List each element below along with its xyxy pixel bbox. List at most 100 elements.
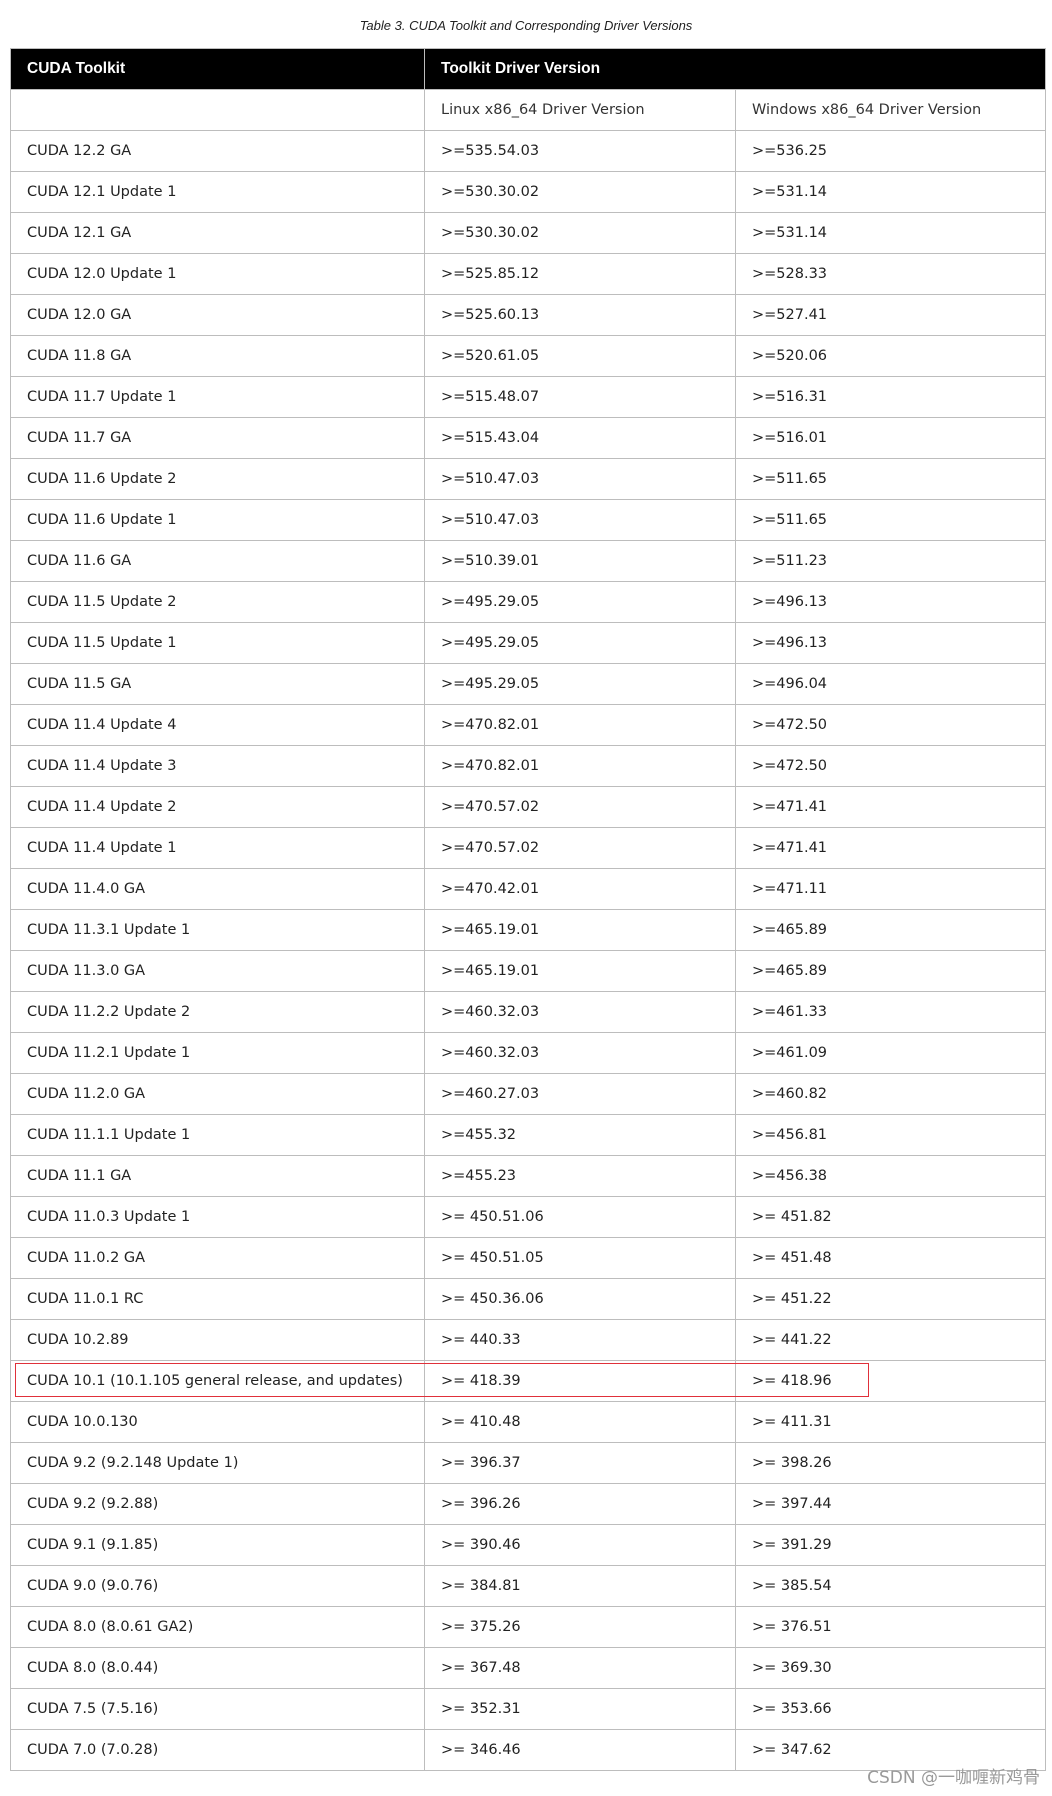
table-row: CUDA 11.7 GA >=515.43.04 >=516.01 [10,417,1047,459]
linux-driver-cell: >=455.23 [424,1155,736,1197]
subheader-empty-cell [10,89,425,131]
cuda-driver-table: CUDA Toolkit Toolkit Driver Version Linu… [10,48,1047,1771]
windows-driver-cell: >= 451.22 [734,1278,1047,1320]
table-row: CUDA 12.0 GA >=525.60.13 >=527.41 [10,294,1047,336]
cuda-toolkit-cell: CUDA 11.2.1 Update 1 [10,1032,425,1074]
cuda-toolkit-cell: CUDA 11.8 GA [10,335,425,377]
linux-driver-cell: >= 410.48 [424,1401,736,1443]
linux-driver-cell: >=470.57.02 [424,827,736,869]
windows-driver-cell: >=471.41 [734,827,1047,869]
table-row: CUDA 11.7 Update 1 >=515.48.07 >=516.31 [10,376,1047,418]
header-toolkit-driver-version: Toolkit Driver Version [423,48,1047,90]
linux-driver-cell: >=455.32 [424,1114,736,1156]
table-row: CUDA 12.1 GA >=530.30.02 >=531.14 [10,212,1047,254]
cuda-toolkit-cell: CUDA 12.1 GA [10,212,425,254]
table-row: CUDA 11.3.1 Update 1 >=465.19.01 >=465.89 [10,909,1047,951]
linux-driver-cell: >= 346.46 [424,1729,736,1771]
linux-driver-cell: >=520.61.05 [424,335,736,377]
linux-driver-cell: >=460.32.03 [424,991,736,1033]
windows-driver-cell: >=511.65 [734,499,1047,541]
windows-driver-cell: >= 397.44 [734,1483,1047,1525]
cuda-toolkit-cell: CUDA 12.0 GA [10,294,425,336]
cuda-toolkit-cell: CUDA 12.1 Update 1 [10,171,425,213]
linux-driver-cell: >=465.19.01 [424,909,736,951]
table-row: CUDA 11.2.0 GA >=460.27.03 >=460.82 [10,1073,1047,1115]
linux-driver-cell: >=495.29.05 [424,622,736,664]
subheader-windows-driver-version: Windows x86_64 Driver Version [734,89,1047,131]
linux-driver-cell: >= 396.26 [424,1483,736,1525]
table-row: CUDA 11.8 GA >=520.61.05 >=520.06 [10,335,1047,377]
windows-driver-cell: >=511.23 [734,540,1047,582]
cuda-toolkit-cell: CUDA 11.7 GA [10,417,425,459]
windows-driver-cell: >= 376.51 [734,1606,1047,1648]
table-row: CUDA 11.0.3 Update 1 >= 450.51.06 >= 451.8… [10,1196,1047,1238]
linux-driver-cell: >= 450.36.06 [424,1278,736,1320]
linux-driver-cell: >=470.57.02 [424,786,736,828]
table-row: CUDA 11.5 Update 2 >=495.29.05 >=496.13 [10,581,1047,623]
table-subheader-row: Linux x86_64 Driver Version Windows x86_… [10,89,1047,131]
linux-driver-cell: >=530.30.02 [424,171,736,213]
cuda-toolkit-cell: CUDA 11.6 GA [10,540,425,582]
table-row: CUDA 11.4.0 GA >=470.42.01 >=471.11 [10,868,1047,910]
windows-driver-cell: >=516.31 [734,376,1047,418]
cuda-toolkit-cell: CUDA 10.1 (10.1.105 general release, and… [10,1360,425,1402]
windows-driver-cell: >=460.82 [734,1073,1047,1115]
cuda-toolkit-cell: CUDA 8.0 (8.0.61 GA2) [10,1606,425,1648]
linux-driver-cell: >=510.47.03 [424,499,736,541]
linux-driver-cell: >= 352.31 [424,1688,736,1730]
windows-driver-cell: >=472.50 [734,704,1047,746]
windows-driver-cell: >= 385.54 [734,1565,1047,1607]
table-row: CUDA 11.1.1 Update 1 >=455.32 >=456.81 [10,1114,1047,1156]
linux-driver-cell: >=460.27.03 [424,1073,736,1115]
windows-driver-cell: >=527.41 [734,294,1047,336]
cuda-toolkit-cell: CUDA 11.2.0 GA [10,1073,425,1115]
linux-driver-cell: >=495.29.05 [424,663,736,705]
linux-driver-cell: >= 440.33 [424,1319,736,1361]
linux-driver-cell: >= 390.46 [424,1524,736,1566]
cuda-toolkit-cell: CUDA 9.2 (9.2.148 Update 1) [10,1442,425,1484]
cuda-toolkit-cell: CUDA 11.4 Update 2 [10,786,425,828]
windows-driver-cell: >=531.14 [734,171,1047,213]
linux-driver-cell: >=510.39.01 [424,540,736,582]
cuda-toolkit-cell: CUDA 11.0.3 Update 1 [10,1196,425,1238]
cuda-toolkit-cell: CUDA 11.7 Update 1 [10,376,425,418]
table-row: CUDA 9.1 (9.1.85) >= 390.46 >= 391.29 [10,1524,1047,1566]
linux-driver-cell: >=465.19.01 [424,950,736,992]
table-row: CUDA 10.2.89 >= 440.33 >= 441.22 [10,1319,1047,1361]
windows-driver-cell: >=528.33 [734,253,1047,295]
linux-driver-cell: >=525.60.13 [424,294,736,336]
windows-driver-cell: >=471.41 [734,786,1047,828]
windows-driver-cell: >=456.81 [734,1114,1047,1156]
linux-driver-cell: >=515.43.04 [424,417,736,459]
cuda-toolkit-cell: CUDA 11.5 GA [10,663,425,705]
windows-driver-cell: >= 411.31 [734,1401,1047,1443]
table-row: CUDA 10.0.130 >= 410.48 >= 411.31 [10,1401,1047,1443]
cuda-toolkit-cell: CUDA 9.2 (9.2.88) [10,1483,425,1525]
cuda-toolkit-cell: CUDA 11.4 Update 1 [10,827,425,869]
table-row: CUDA 11.6 Update 1 >=510.47.03 >=511.65 [10,499,1047,541]
table-row: CUDA 9.2 (9.2.88) >= 396.26 >= 397.44 [10,1483,1047,1525]
linux-driver-cell: >=470.82.01 [424,745,736,787]
windows-driver-cell: >= 353.66 [734,1688,1047,1730]
table-row: CUDA 11.6 Update 2 >=510.47.03 >=511.65 [10,458,1047,500]
table-row: CUDA 11.0.1 RC >= 450.36.06 >= 451.22 [10,1278,1047,1320]
table-row: CUDA 9.2 (9.2.148 Update 1) >= 396.37 >= 3… [10,1442,1047,1484]
linux-driver-cell: >= 450.51.06 [424,1196,736,1238]
windows-driver-cell: >=465.89 [734,950,1047,992]
cuda-toolkit-cell: CUDA 11.3.0 GA [10,950,425,992]
table-row: CUDA 11.4 Update 2 >=470.57.02 >=471.41 [10,786,1047,828]
table-row: CUDA 12.0 Update 1 >=525.85.12 >=528.33 [10,253,1047,295]
table-row: CUDA 11.4 Update 1 >=470.57.02 >=471.41 [10,827,1047,869]
linux-driver-cell: >=530.30.02 [424,212,736,254]
cuda-toolkit-cell: CUDA 7.0 (7.0.28) [10,1729,425,1771]
cuda-toolkit-cell: CUDA 11.0.1 RC [10,1278,425,1320]
table-header-row: CUDA Toolkit Toolkit Driver Version [10,48,1047,90]
windows-driver-cell: >=496.04 [734,663,1047,705]
linux-driver-cell: >=460.32.03 [424,1032,736,1074]
table-caption: Table 3. CUDA Toolkit and Corresponding … [359,18,693,33]
cuda-toolkit-cell: CUDA 11.0.2 GA [10,1237,425,1279]
cuda-toolkit-cell: CUDA 11.5 Update 2 [10,581,425,623]
table-row: CUDA 11.4 Update 3 >=470.82.01 >=472.50 [10,745,1047,787]
table-row: CUDA 11.3.0 GA >=465.19.01 >=465.89 [10,950,1047,992]
table-row: CUDA 7.5 (7.5.16) >= 352.31 >= 353.66 [10,1688,1047,1730]
